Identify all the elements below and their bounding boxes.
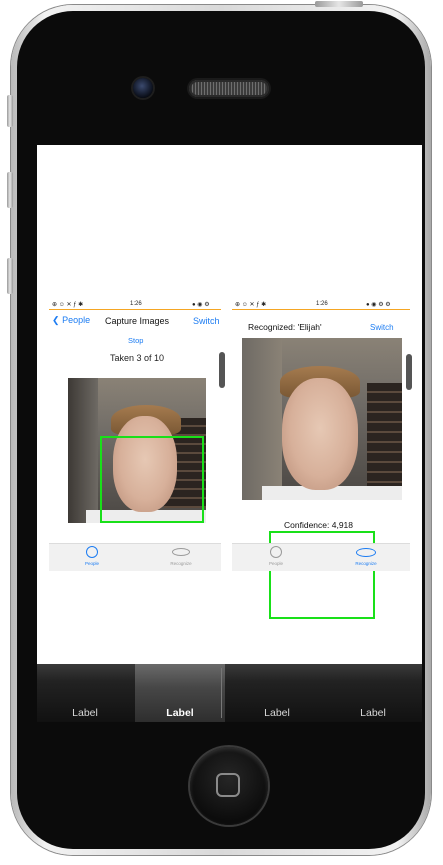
volume-down-button[interactable] xyxy=(7,258,13,294)
status-divider xyxy=(49,309,221,310)
nav-title: Capture Images xyxy=(105,316,170,326)
volume-up-button[interactable] xyxy=(7,172,13,208)
camera-preview xyxy=(242,338,402,500)
right-status-bar: ⊕ ☺ ✕ ƒ ✱ 1:26 ● ◉ ⚙ ⚙ xyxy=(232,300,410,309)
back-button[interactable]: ❮ People xyxy=(52,315,90,326)
tab-item-1[interactable]: Label xyxy=(37,664,133,722)
switch-button[interactable]: Switch xyxy=(370,323,394,332)
stop-button[interactable]: Stop xyxy=(128,336,143,345)
tab-label: Recognize xyxy=(355,561,377,566)
front-camera-icon xyxy=(133,78,153,98)
tab-people[interactable]: People xyxy=(72,546,112,570)
face-detection-box xyxy=(100,436,204,523)
home-square-icon xyxy=(216,773,240,797)
earpiece-speaker xyxy=(189,80,269,97)
eye-icon xyxy=(172,548,190,556)
status-time: 1:26 xyxy=(316,301,328,307)
person-icon xyxy=(270,546,282,558)
eye-icon xyxy=(356,548,376,557)
tab-item-2-selected[interactable]: Label xyxy=(135,664,225,722)
person-icon xyxy=(86,546,98,558)
left-app-screenshot: ⊕ ☺ ✕ ƒ ✱ 1:26 ● ◉ ⚙ ❮ People Capture Im… xyxy=(49,300,225,571)
status-icons-right: ● ◉ ⚙ ⚙ xyxy=(366,302,391,308)
status-divider xyxy=(232,309,410,310)
tab-item-4[interactable]: Label xyxy=(325,664,421,722)
capture-progress-text: Taken 3 of 10 xyxy=(110,353,165,363)
tab-people[interactable]: People xyxy=(256,546,296,570)
screen: ⊕ ☺ ✕ ƒ ✱ 1:26 ● ◉ ⚙ ❮ People Capture Im… xyxy=(37,145,422,722)
back-label: People xyxy=(62,315,91,325)
tab-label: Label xyxy=(264,707,290,719)
tab-label: People xyxy=(84,561,99,566)
tab-label: Label xyxy=(360,707,386,719)
scroll-indicator[interactable] xyxy=(406,354,412,390)
confidence-label: Confidence: 4,918 xyxy=(284,520,353,530)
sleep-button[interactable] xyxy=(315,1,363,7)
scroll-indicator[interactable] xyxy=(219,352,225,388)
tab-divider xyxy=(221,668,222,718)
right-tab-bar: People Recognize xyxy=(232,543,410,571)
status-time: 1:26 xyxy=(130,301,142,307)
right-app-screenshot: ⊕ ☺ ✕ ƒ ✱ 1:26 ● ◉ ⚙ ⚙ Recognized: 'Elij… xyxy=(232,300,412,619)
tab-label: People xyxy=(268,561,283,566)
tab-recognize[interactable]: Recognize xyxy=(346,546,386,570)
status-icons-right: ● ◉ ⚙ xyxy=(192,302,210,308)
tab-label: Label xyxy=(166,707,194,719)
chevron-left-icon: ❮ xyxy=(52,315,60,325)
recognized-label: Recognized: 'Elijah' xyxy=(248,322,322,332)
status-icons-left: ⊕ ☺ ✕ ƒ ✱ xyxy=(52,302,84,308)
tab-item-3[interactable]: Label xyxy=(229,664,325,722)
left-status-bar: ⊕ ☺ ✕ ƒ ✱ 1:26 ● ◉ ⚙ xyxy=(49,300,221,309)
left-tab-bar: People Recognize xyxy=(49,543,221,571)
tab-label: Recognize xyxy=(170,561,192,566)
face xyxy=(282,378,358,490)
label-tab-bar: Label Label Label Label xyxy=(37,664,422,722)
wall xyxy=(242,338,282,500)
door-shadow xyxy=(68,378,98,523)
status-icons-left: ⊕ ☺ ✕ ƒ ✱ xyxy=(235,302,267,308)
mute-switch[interactable] xyxy=(7,95,13,127)
tab-label: Label xyxy=(72,707,98,719)
bookshelf xyxy=(367,383,402,493)
tab-recognize[interactable]: Recognize xyxy=(161,546,201,570)
switch-button[interactable]: Switch xyxy=(193,316,220,326)
